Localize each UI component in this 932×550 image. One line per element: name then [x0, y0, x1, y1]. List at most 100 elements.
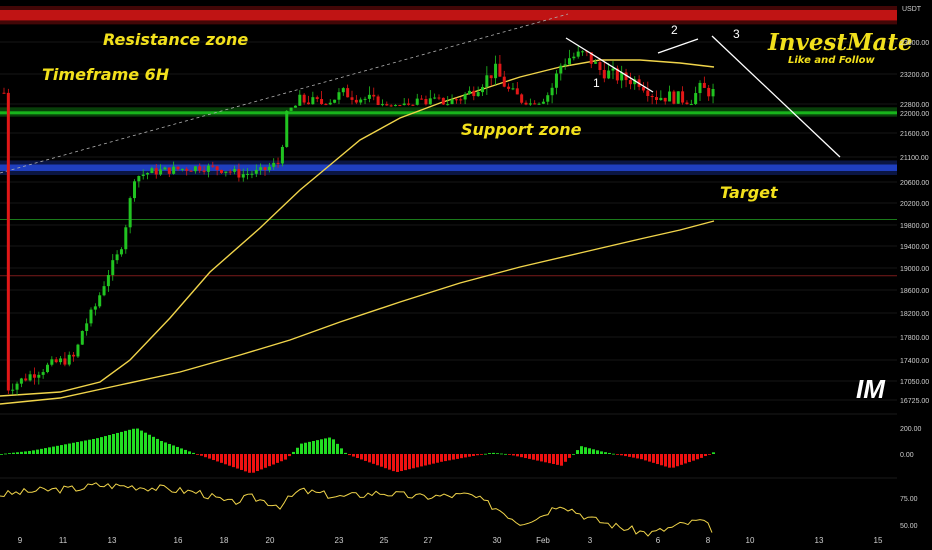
macd-bar — [576, 450, 579, 454]
macd-bar — [552, 454, 555, 464]
currency-label: USDT — [902, 6, 922, 13]
candle-body — [185, 168, 189, 171]
candle-body — [15, 383, 19, 390]
rsi-tick-label: 75.00 — [900, 496, 918, 503]
time-tick-label: 23 — [335, 536, 344, 545]
macd-bar — [348, 454, 351, 456]
candle-body — [302, 94, 306, 103]
candle-body — [598, 62, 602, 70]
candle-body — [668, 91, 672, 102]
macd-bar — [700, 454, 703, 458]
candle-body — [602, 69, 606, 79]
candle-body — [428, 98, 432, 105]
macd-bar — [40, 448, 43, 454]
target-label: Target — [720, 183, 779, 202]
candle-body — [350, 97, 354, 100]
macd-bar — [84, 440, 87, 454]
time-tick-label: 8 — [706, 536, 711, 545]
price-tick-label: 22800.00 — [900, 102, 929, 109]
macd-bar — [372, 454, 375, 464]
candle-body — [159, 169, 163, 175]
macd-bar — [184, 449, 187, 454]
macd-bar — [676, 454, 679, 467]
macd-bar — [240, 454, 243, 470]
candle-body — [298, 94, 302, 106]
candle-body — [607, 70, 611, 79]
macd-bar — [428, 454, 431, 465]
macd-bar — [188, 451, 191, 454]
macd-bar — [668, 454, 671, 468]
macd-bar — [412, 454, 415, 469]
candle-body — [594, 62, 598, 64]
macd-bar — [256, 454, 259, 472]
macd-bar — [132, 428, 135, 454]
macd-bar — [588, 448, 591, 454]
candle-body — [102, 286, 106, 296]
candle-body — [133, 181, 136, 199]
candle-body — [407, 103, 411, 105]
time-tick-label: 9 — [18, 536, 23, 545]
candle-body — [259, 167, 263, 170]
candle-body — [172, 166, 176, 174]
candle-body — [276, 162, 280, 164]
candle-body — [150, 168, 154, 174]
time-tick-label: 6 — [656, 536, 661, 545]
candle-body — [67, 354, 71, 365]
candle-body — [241, 174, 245, 178]
macd-bar — [164, 442, 167, 454]
macd-bar — [352, 454, 355, 457]
candle-body — [433, 97, 437, 99]
macd-bar — [392, 454, 395, 472]
macd-bar — [208, 454, 211, 459]
candle-body — [711, 89, 715, 97]
candle-body — [581, 51, 585, 53]
wave-label-2: 2 — [671, 23, 678, 37]
candle-body — [89, 309, 93, 324]
macd-bar — [664, 454, 667, 467]
candle-body — [333, 99, 337, 103]
macd-bar — [624, 454, 627, 457]
candle-body — [415, 98, 419, 105]
macd-bar — [448, 454, 451, 461]
candle-body — [650, 95, 654, 98]
brand-tagline: Like and Follow — [788, 55, 876, 66]
macd-bar — [640, 454, 643, 460]
macd-bar — [228, 454, 231, 466]
macd-bar — [364, 454, 367, 461]
price-tick-label: 16725.00 — [900, 398, 929, 405]
candle-body — [32, 374, 36, 378]
candle-body — [254, 169, 258, 174]
candle-body — [85, 323, 89, 331]
price-tick-label: 18200.00 — [900, 311, 929, 318]
candle-body — [502, 76, 506, 87]
price-tick-label: 17400.00 — [900, 358, 929, 365]
macd-bar — [264, 454, 267, 468]
candle-body — [437, 97, 441, 99]
candle-body — [441, 97, 445, 105]
candle-body — [211, 165, 215, 167]
candle-body — [454, 99, 458, 101]
macd-bar — [580, 446, 583, 454]
macd-bar — [504, 453, 507, 455]
candle-body — [685, 102, 689, 105]
candle-body — [363, 98, 367, 100]
candle-body — [2, 92, 6, 94]
macd-bar — [328, 437, 331, 454]
candle-body — [485, 75, 489, 88]
candle-body — [676, 91, 680, 104]
macd-bar — [76, 442, 79, 454]
macd-bar — [104, 436, 107, 454]
macd-bar — [36, 449, 39, 454]
candle-body — [398, 105, 402, 107]
macd-bar — [52, 446, 55, 454]
macd-bar — [144, 432, 147, 454]
macd-bar — [20, 451, 23, 454]
macd-bar — [684, 454, 687, 464]
candle-body — [524, 102, 528, 105]
macd-bar — [420, 454, 423, 467]
candle-body — [341, 88, 345, 93]
candle-body — [37, 374, 41, 378]
macd-bar — [48, 447, 51, 454]
macd-bar — [288, 454, 291, 457]
macd-bar — [396, 454, 399, 472]
